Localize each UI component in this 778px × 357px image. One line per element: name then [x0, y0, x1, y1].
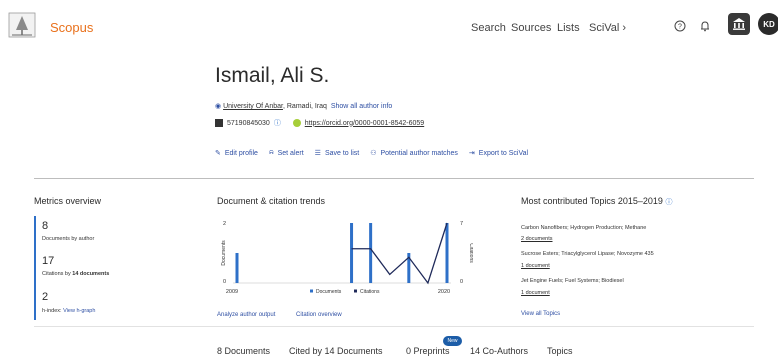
people-icon: ⚇	[370, 150, 377, 157]
nav-scival[interactable]: SciVal ›	[589, 22, 626, 34]
bell-outline-icon: ⍾	[268, 149, 274, 156]
document-citation-chart: 2 0 7 0 Documents Citations 2009 2020 Documents C…	[221, 221, 473, 295]
documents-bar	[369, 223, 373, 283]
orcid-icon	[292, 119, 301, 127]
nav-sources[interactable]: Sources	[511, 22, 551, 34]
tab-documents[interactable]: 8 Documents	[217, 346, 270, 356]
legend-documents-swatch	[310, 289, 313, 293]
scopus-author-id: 57190845030	[227, 119, 270, 127]
institution-icon[interactable]	[728, 13, 750, 35]
left-tick-label: 2	[223, 221, 226, 227]
x-tick-label: 2020	[438, 289, 450, 295]
right-tick-label: 0	[460, 279, 463, 285]
topic-documents-link[interactable]: 2 documents	[521, 236, 553, 242]
export-to-scival-button[interactable]: ⇥ Export to SciVal	[468, 149, 528, 158]
right-tick-label: 7	[460, 221, 463, 227]
left-tick-label: 0	[223, 279, 226, 285]
citations-count: 17	[42, 255, 55, 267]
scopus-brand[interactable]: Scopus	[50, 20, 93, 35]
metrics-accent-bar	[34, 216, 36, 320]
show-author-info-link[interactable]: Show all author info	[331, 103, 392, 110]
legend-documents-label: Documents	[316, 289, 342, 295]
potential-author-matches-button[interactable]: ⚇ Potential author matches	[370, 149, 458, 158]
metrics-overview-title: Metrics overview	[34, 196, 102, 206]
nav-lists[interactable]: Lists	[557, 22, 580, 34]
tab-co-authors[interactable]: 14 Co-Authors	[470, 346, 528, 356]
documents-bar	[445, 223, 449, 283]
topic-documents-link[interactable]: 1 document	[521, 290, 550, 296]
topic-name: Jet Engine Fuels; Fuel Systems; Biodiese…	[521, 278, 624, 284]
info-icon[interactable]: ⓘ	[274, 118, 281, 128]
trends-title: Document & citation trends	[217, 196, 326, 206]
topics-title: Most contributed Topics 2015–2019 ⓘ	[521, 196, 673, 206]
topic-name: Sucrose Esters; Triacylglycerol Lipase; …	[521, 251, 654, 257]
x-tick-label: 2009	[226, 289, 238, 295]
right-axis-title: Citations	[468, 243, 473, 263]
profile-actions: ✎ Edit profile ⍾ Set alert ☰ Save to list ⚇…	[215, 149, 528, 157]
author-name: Ismail, Ali S.	[215, 64, 330, 87]
legend-citations-swatch	[354, 289, 357, 293]
citations-documents-count: 14 documents	[72, 271, 110, 277]
view-all-topics-link[interactable]: View all Topics	[521, 311, 560, 317]
tab-cited-by[interactable]: Cited by 14 Documents	[289, 346, 383, 356]
help-icon[interactable]: ?	[669, 15, 691, 37]
documents-bar	[235, 253, 239, 283]
legend-citations-label: Citations	[360, 289, 380, 295]
hindex-label: h-index: View h-graph	[42, 308, 96, 314]
topic-name: Carbon Nanofibers; Hydrogen Production; …	[521, 225, 647, 231]
tab-topics[interactable]: Topics	[547, 346, 573, 356]
affiliation-link[interactable]: University Of Anbar	[223, 103, 283, 110]
edit-profile-button[interactable]: ✎ Edit profile	[215, 149, 258, 158]
list-icon: ☰	[314, 150, 321, 157]
left-axis-title: Documents	[221, 240, 227, 266]
affiliation-location: , Ramadi, Iraq	[282, 103, 327, 110]
elsevier-logo-icon	[8, 12, 36, 38]
new-badge: New	[443, 336, 462, 346]
topic-documents-link[interactable]: 1 document	[521, 263, 550, 269]
topics-info-icon[interactable]: ⓘ	[665, 199, 672, 206]
bell-icon[interactable]	[694, 15, 716, 37]
orcid-link[interactable]: https://orcid.org/0000-0001-8542-6059	[305, 120, 424, 127]
documents-label: Documents by author	[42, 236, 95, 242]
citation-overview-link[interactable]: Citation overview	[296, 312, 342, 318]
author-identifiers: 57190845030 ⓘ https://orcid.org/0000-000…	[215, 118, 424, 128]
export-icon: ⇥	[468, 150, 475, 157]
tab-preprints[interactable]: 0 Preprints	[406, 346, 450, 356]
save-to-list-button[interactable]: ☰ Save to list	[314, 149, 360, 158]
documents-bar	[350, 223, 354, 283]
user-avatar[interactable]: KD	[758, 13, 778, 35]
hindex-value: 2	[42, 291, 49, 303]
id-card-icon	[215, 119, 223, 127]
tabs-divider	[34, 326, 754, 327]
citations-line	[351, 222, 448, 285]
svg-text:?: ?	[678, 24, 682, 31]
view-h-graph-link[interactable]: View h-graph	[63, 308, 95, 314]
documents-count: 8	[42, 220, 49, 232]
nav-search[interactable]: Search	[471, 22, 506, 34]
set-alert-button[interactable]: ⍾ Set alert	[269, 149, 304, 157]
analyze-author-output-link[interactable]: Analyze author output	[217, 312, 275, 318]
location-pin-icon: ◉	[215, 103, 222, 110]
citations-label: Citations by 14 documents	[42, 271, 110, 277]
section-divider	[34, 178, 754, 179]
pencil-icon: ✎	[215, 150, 221, 157]
affiliation-line: ◉ University Of Anbar, Ramadi, Iraq Show…	[215, 102, 392, 110]
